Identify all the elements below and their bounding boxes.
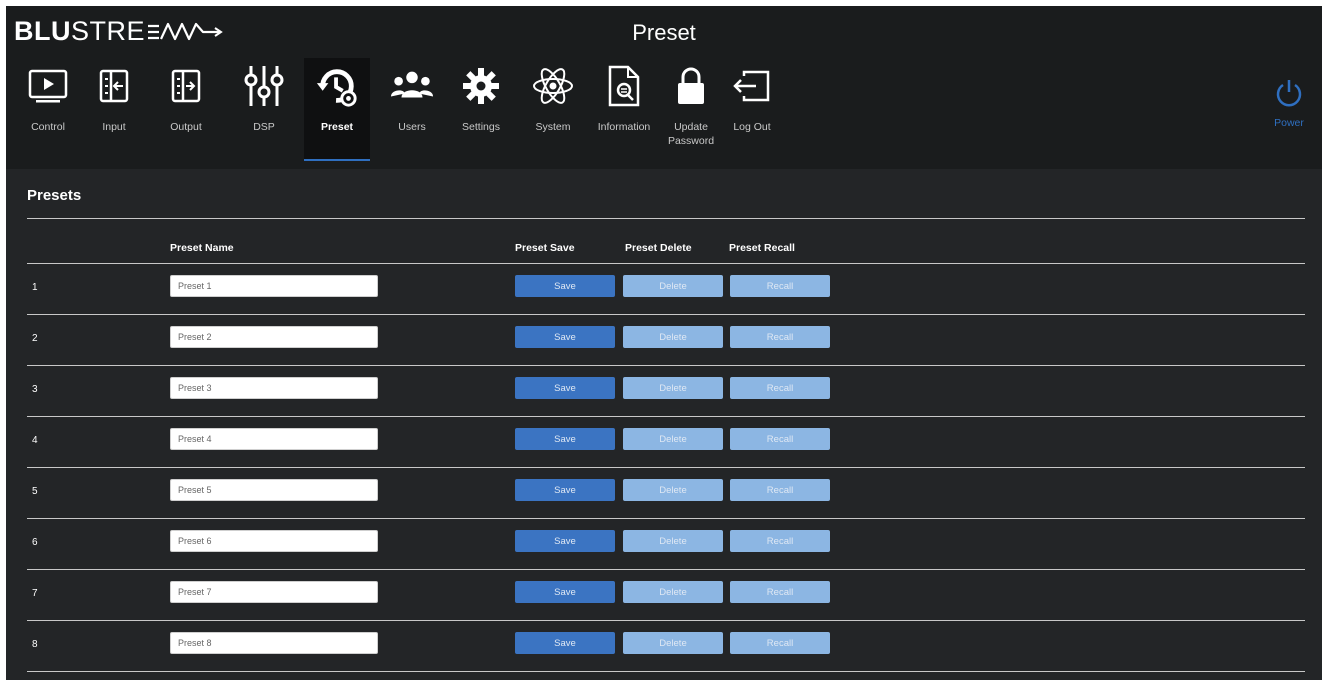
column-header-preset-name: Preset Name [170,242,234,254]
table-row: 5 Save Delete Recall [27,468,1305,519]
recall-button[interactable]: Recall [730,632,830,654]
table-row: 2 Save Delete Recall [27,315,1305,366]
table-row: 3 Save Delete Recall [27,366,1305,417]
preset-name-input[interactable] [170,479,378,501]
recall-button[interactable]: Recall [730,377,830,399]
save-button[interactable]: Save [515,275,615,297]
recall-button[interactable]: Recall [730,275,830,297]
preset-name-input[interactable] [170,581,378,603]
nav-information[interactable]: Information [593,58,655,161]
divider [27,218,1305,219]
column-header-preset-delete: Preset Delete [625,242,692,254]
save-button[interactable]: Save [515,530,615,552]
nav-settings[interactable]: Settings [454,58,508,161]
column-header-preset-recall: Preset Recall [729,242,795,254]
table-row: 6 Save Delete Recall [27,519,1305,570]
document-search-icon [602,64,646,108]
nav-input[interactable]: Input [89,58,139,161]
preset-number: 3 [32,384,38,395]
delete-button[interactable]: Delete [623,479,723,501]
table-row: 7 Save Delete Recall [27,570,1305,621]
page-title: Preset [632,20,696,45]
preset-number: 1 [32,282,38,293]
nav-output[interactable]: Output [156,58,216,161]
input-arrow-icon [92,64,136,108]
preset-number: 2 [32,333,38,344]
preset-name-input[interactable] [170,632,378,654]
delete-button[interactable]: Delete [623,275,723,297]
nav-users[interactable]: Users [384,58,440,161]
nav-dsp[interactable]: DSP [234,58,294,161]
save-button[interactable]: Save [515,581,615,603]
delete-button[interactable]: Delete [623,428,723,450]
delete-button[interactable]: Delete [623,581,723,603]
table-row: 8 Save Delete Recall [27,621,1305,672]
save-button[interactable]: Save [515,632,615,654]
table-row: 4 Save Delete Recall [27,417,1305,468]
save-button[interactable]: Save [515,428,615,450]
nav-log-out[interactable]: Log Out [726,58,778,161]
delete-button[interactable]: Delete [623,326,723,348]
table-row: 1 Save Delete Recall [27,264,1305,315]
recall-button[interactable]: Recall [730,581,830,603]
nav-update-password[interactable]: Update Password [664,58,718,161]
top-bar: BLU STRE Preset Control Input Output DSP… [6,6,1322,169]
preset-number: 4 [32,435,38,446]
preset-name-input[interactable] [170,428,378,450]
recall-button[interactable]: Recall [730,428,830,450]
nav-system[interactable]: System [521,58,585,161]
power-icon [1276,80,1302,107]
nav-control[interactable]: Control [18,58,78,161]
output-arrow-icon [164,64,208,108]
sliders-icon [242,64,286,108]
nav-preset[interactable]: Preset [304,58,370,161]
section-title: Presets [27,187,82,204]
delete-button[interactable]: Delete [623,530,723,552]
preset-name-input[interactable] [170,275,378,297]
recall-button[interactable]: Recall [730,326,830,348]
save-button[interactable]: Save [515,326,615,348]
logout-icon [730,64,774,108]
delete-button[interactable]: Delete [623,632,723,654]
lock-icon [669,64,713,108]
users-icon [390,64,434,108]
column-header-preset-save: Preset Save [515,242,575,254]
delete-button[interactable]: Delete [623,377,723,399]
history-gear-icon [315,64,359,108]
preset-number: 7 [32,588,38,599]
save-button[interactable]: Save [515,479,615,501]
recall-button[interactable]: Recall [730,530,830,552]
monitor-play-icon [26,64,70,108]
preset-name-input[interactable] [170,326,378,348]
recall-button[interactable]: Recall [730,479,830,501]
preset-name-input[interactable] [170,530,378,552]
preset-number: 8 [32,639,38,650]
gear-icon [459,64,503,108]
atom-icon [531,64,575,108]
save-button[interactable]: Save [515,377,615,399]
app-frame: BLU STRE Preset Control Input Output DSP… [6,6,1322,680]
preset-number: 5 [32,486,38,497]
preset-number: 6 [32,537,38,548]
power-button[interactable]: Power [1264,78,1314,130]
row-divider [27,671,1305,672]
preset-name-input[interactable] [170,377,378,399]
